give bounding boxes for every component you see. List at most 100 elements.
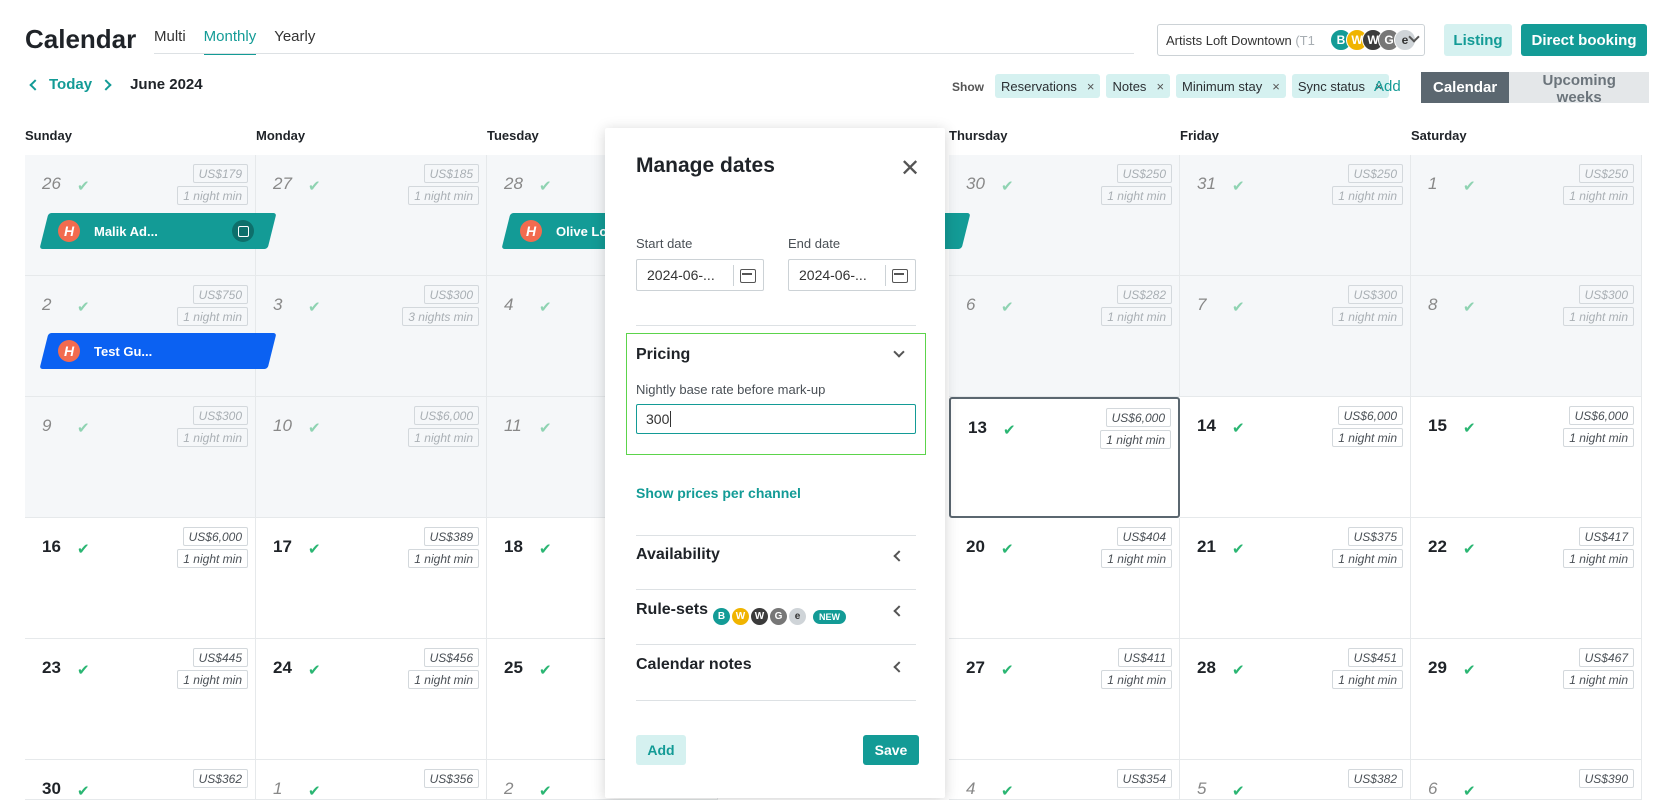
day-cell[interactable]: 22 ✔ US$417 1 night min [1411, 518, 1642, 639]
reservation-bar[interactable]: H Malik Ad... [39, 213, 277, 249]
day-cell[interactable]: 21 ✔ US$375 1 night min [1180, 518, 1411, 639]
rulesets-title[interactable]: Rule-sets [636, 601, 708, 619]
pricing-title[interactable]: Pricing [636, 346, 690, 364]
calendar-icon[interactable] [733, 265, 757, 286]
availability-title[interactable]: Availability [636, 546, 720, 564]
day-cell[interactable]: 28 ✔ US$451 1 night min [1180, 639, 1411, 760]
day-number: 30 [966, 174, 985, 193]
day-number: 27 [966, 658, 985, 677]
filter-chip-minimum-stay[interactable]: Minimum stay × [1176, 74, 1286, 98]
day-number: 6 [966, 295, 976, 314]
day-cell[interactable]: 10 ✔ US$6,000 1 night min [256, 397, 487, 518]
day-cell[interactable]: 5 ✔ US$382 [1180, 760, 1411, 800]
day-cell[interactable]: 9 ✔ US$300 1 night min [25, 397, 256, 518]
chip-label: Sync status [1297, 78, 1366, 94]
day-number: 29 [1428, 658, 1447, 677]
divider [636, 589, 916, 590]
day-cell[interactable]: 14 ✔ US$6,000 1 night min [1180, 397, 1411, 518]
header: Calendar Multi Monthly Yearly Artists Lo… [0, 0, 1659, 120]
end-date-value: 2024-06-... [799, 267, 867, 283]
booking-icon: B [713, 608, 730, 625]
day-cell[interactable]: 27 ✔ US$185 1 night min [256, 155, 487, 276]
checkmark-icon: ✔ [539, 783, 552, 800]
today-button[interactable]: Today [49, 76, 92, 93]
filter-chip-notes[interactable]: Notes × [1106, 74, 1171, 98]
checkmark-icon: ✔ [539, 541, 552, 558]
min-stay-badge: 1 night min [177, 549, 248, 568]
day-cell[interactable]: 31 ✔ US$250 1 night min [1180, 155, 1411, 276]
day-cell[interactable]: 1 ✔ US$250 1 night min [1411, 155, 1642, 276]
day-cell[interactable]: 20 ✔ US$404 1 night min [949, 518, 1180, 639]
price-badge: US$417 [1578, 527, 1634, 546]
checkmark-icon: ✔ [77, 420, 90, 437]
calendar-icon[interactable] [885, 265, 909, 286]
day-cell[interactable]: 7 ✔ US$300 1 night min [1180, 276, 1411, 397]
day-cell[interactable]: 8 ✔ US$300 1 night min [1411, 276, 1642, 397]
remove-icon[interactable]: × [1087, 79, 1095, 94]
day-cell[interactable]: 24 ✔ US$456 1 night min [256, 639, 487, 760]
tabs-divider [154, 53, 1134, 54]
checkmark-icon: ✔ [1232, 420, 1245, 437]
end-date-input[interactable]: 2024-06-... [788, 259, 916, 291]
add-filter-link[interactable]: Add [1374, 78, 1401, 95]
reservation-bar[interactable]: H Test Gu... [39, 333, 277, 369]
close-icon[interactable]: ✕ [900, 154, 920, 183]
next-month-icon[interactable] [100, 78, 112, 91]
chip-label: Notes [1112, 78, 1147, 94]
price-badge: US$250 [1116, 164, 1172, 183]
vrbo-icon: W [732, 608, 749, 625]
upcoming-weeks-button[interactable]: Upcoming weeks [1509, 72, 1650, 106]
page-title: Calendar [25, 24, 137, 54]
chevron-left-icon[interactable] [893, 605, 905, 617]
day-cell[interactable]: 29 ✔ US$467 1 night min [1411, 639, 1642, 760]
day-cell[interactable]: 23 ✔ US$445 1 night min [25, 639, 256, 760]
start-date-input[interactable]: 2024-06-... [636, 259, 764, 291]
listing-select[interactable]: Artists Loft Downtown (T1 B W W G e [1157, 24, 1425, 56]
direct-booking-button[interactable]: Direct booking [1521, 24, 1647, 56]
day-cell[interactable]: 27 ✔ US$411 1 night min [949, 639, 1180, 760]
show-prices-per-channel-link[interactable]: Show prices per channel [636, 485, 801, 501]
day-cell[interactable]: 17 ✔ US$389 1 night min [256, 518, 487, 639]
day-cell[interactable]: 3 ✔ US$300 3 nights min [256, 276, 487, 397]
price-badge: US$451 [1347, 648, 1403, 667]
calendar-notes-title[interactable]: Calendar notes [636, 656, 752, 674]
day-cell[interactable]: 1 ✔ US$356 [256, 760, 487, 800]
day-cell[interactable]: 30 ✔ US$362 [25, 760, 256, 800]
day-number: 21 [1197, 537, 1216, 556]
tab-multi[interactable]: Multi [154, 28, 186, 55]
day-cell[interactable]: 16 ✔ US$6,000 1 night min [25, 518, 256, 639]
filter-chip-reservations[interactable]: Reservations × [995, 74, 1101, 98]
tab-yearly[interactable]: Yearly [274, 28, 315, 55]
channel-icons: B W W G e [1330, 29, 1416, 51]
divider [636, 700, 916, 701]
remove-icon[interactable]: × [1272, 79, 1280, 94]
day-cell[interactable]: 30 ✔ US$250 1 night min [949, 155, 1180, 276]
tab-monthly[interactable]: Monthly [203, 28, 257, 55]
add-button[interactable]: Add [636, 735, 686, 765]
view-tabs: Multi Monthly Yearly [154, 28, 315, 55]
day-cell[interactable]: 15 ✔ US$6,000 1 night min [1411, 397, 1642, 518]
checkmark-icon: ✔ [1463, 299, 1476, 316]
day-cell[interactable]: 6 ✔ US$390 [1411, 760, 1642, 800]
nightly-rate-input[interactable]: 300 [636, 404, 916, 434]
prev-month-icon[interactable] [29, 78, 41, 91]
checkmark-icon: ✔ [77, 178, 90, 195]
chevron-left-icon[interactable] [893, 661, 905, 673]
day-number: 30 [42, 779, 61, 798]
day-number: 11 [504, 416, 522, 435]
day-cell[interactable]: 4 ✔ US$354 [949, 760, 1180, 800]
checkmark-icon: ✔ [1463, 420, 1476, 437]
listing-button[interactable]: Listing [1444, 24, 1512, 56]
save-button[interactable]: Save [863, 735, 919, 765]
price-badge: US$300 [1578, 285, 1634, 304]
note-icon[interactable] [232, 220, 254, 242]
price-badge: US$300 [1347, 285, 1403, 304]
day-cell[interactable]: 6 ✔ US$282 1 night min [949, 276, 1180, 397]
day-number: 6 [1428, 779, 1438, 798]
calendar-view-button[interactable]: Calendar [1421, 72, 1510, 103]
checkmark-icon: ✔ [1003, 422, 1016, 439]
day-number: 8 [1428, 295, 1438, 314]
day-cell[interactable]: 13 ✔ US$6,000 1 night min [949, 397, 1180, 518]
chevron-left-icon[interactable] [893, 550, 905, 562]
remove-icon[interactable]: × [1156, 79, 1164, 94]
